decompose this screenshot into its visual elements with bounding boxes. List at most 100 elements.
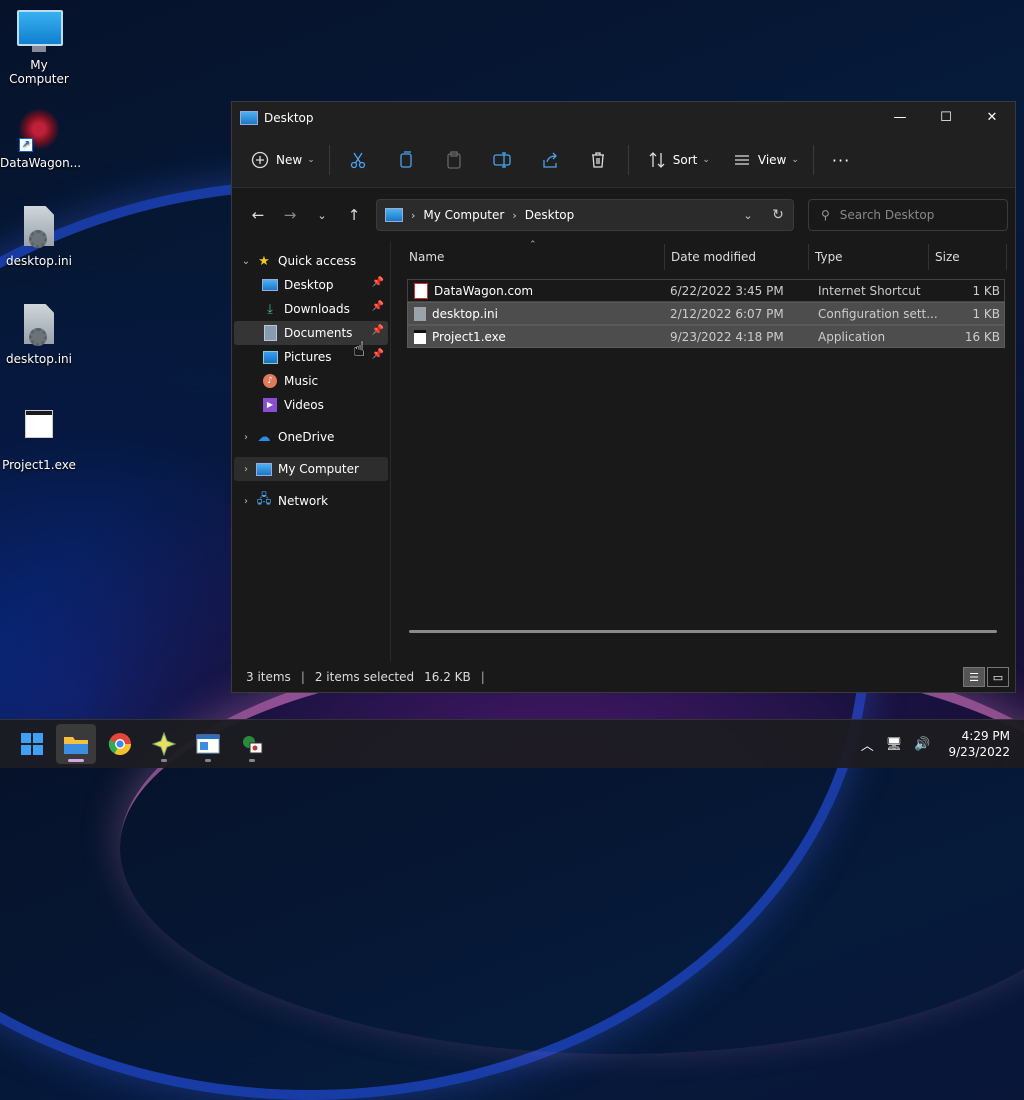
nav-item-desktop[interactable]: Desktop 📌 (234, 273, 388, 297)
back-button[interactable]: ← (242, 200, 274, 230)
nav-item-videos[interactable]: ▶ Videos (234, 393, 388, 417)
taskbar-app-3[interactable] (232, 724, 272, 764)
nav-label: OneDrive (278, 430, 335, 444)
column-type[interactable]: Type (809, 244, 929, 270)
taskbar-app-1[interactable] (144, 724, 184, 764)
start-button[interactable] (12, 724, 52, 764)
file-row-desktop-ini[interactable]: desktop.ini 2/12/2022 6:07 PM Configurat… (407, 302, 1005, 325)
clipboard-icon (447, 151, 461, 169)
desktop-icon-desktop-ini-1[interactable]: desktop.ini (0, 206, 78, 268)
cut-button[interactable] (340, 144, 376, 176)
file-type: Internet Shortcut (818, 283, 921, 298)
pictures-icon (262, 349, 278, 365)
breadcrumb-desktop[interactable]: Desktop (525, 208, 575, 222)
nav-label: Videos (284, 398, 324, 412)
up-button[interactable]: ↑ (338, 200, 370, 230)
taskbar-app-2[interactable] (188, 724, 228, 764)
delete-button[interactable] (580, 144, 616, 176)
column-header: ⌃ Name Date modified Type Size (391, 240, 1015, 273)
address-history-button[interactable]: ⌄ (733, 200, 763, 230)
sort-label: Sort (672, 153, 698, 167)
file-date: 6/22/2022 3:45 PM (670, 283, 784, 298)
copy-button[interactable] (388, 144, 424, 176)
chrome-icon (108, 733, 131, 755)
view-label: View (757, 153, 787, 167)
refresh-button[interactable]: ↻ (763, 200, 793, 230)
app-icon (243, 736, 263, 754)
maximize-button[interactable]: ☐ (923, 102, 969, 133)
nav-label: Music (284, 374, 319, 388)
view-button[interactable]: View ⌄ (724, 144, 807, 176)
pin-icon: 📌 (371, 325, 384, 336)
view-list-icon (732, 150, 752, 170)
tiles-view-button[interactable]: ▭ (987, 667, 1009, 687)
system-tray: ︿ 🖥 🔊 4:29 PM 9/23/2022 (849, 720, 1010, 768)
nav-item-music[interactable]: ♪ Music (234, 369, 388, 393)
desktop-icon-datawagon[interactable]: ↗ DataWagon... (0, 108, 81, 170)
search-placeholder: Search Desktop (839, 208, 935, 222)
horizontal-scrollbar[interactable] (409, 630, 997, 633)
recent-locations-button[interactable]: ⌄ (306, 200, 338, 230)
settings-file-icon (17, 206, 61, 250)
file-date: 9/23/2022 4:18 PM (670, 329, 784, 344)
nav-onedrive[interactable]: › ☁ OneDrive (234, 425, 388, 449)
taskbar-chrome[interactable] (100, 724, 140, 764)
settings-file-icon (17, 304, 61, 348)
minimize-button[interactable]: — (877, 102, 923, 133)
desktop-icon-project1[interactable]: Project1.exe (0, 402, 78, 472)
chevron-right-icon: › (244, 463, 248, 475)
close-button[interactable]: ✕ (969, 102, 1015, 133)
scissors-icon (350, 152, 365, 169)
column-name[interactable]: Name (409, 244, 665, 270)
clock[interactable]: 4:29 PM 9/23/2022 (948, 728, 1010, 760)
new-label: New (276, 153, 303, 167)
rename-button[interactable] (484, 144, 520, 176)
forward-button[interactable]: → (274, 200, 306, 230)
divider: | (480, 669, 485, 684)
chevron-down-icon: ⌄ (241, 255, 251, 267)
chevron-up-icon[interactable]: ︿ (861, 735, 874, 754)
desktop-icon-desktop-ini-2[interactable]: desktop.ini (0, 304, 78, 366)
sort-button[interactable]: Sort ⌄ (639, 144, 718, 176)
new-button[interactable]: New ⌄ (242, 144, 323, 176)
column-date-modified[interactable]: Date modified (665, 244, 809, 270)
nav-label: Downloads (284, 302, 350, 316)
breadcrumb-my-computer[interactable]: My Computer (423, 208, 504, 222)
desktop-icon-my-computer[interactable]: My Computer (0, 10, 78, 86)
nav-item-downloads[interactable]: ⤓ Downloads 📌 (234, 297, 388, 321)
taskbar-file-explorer[interactable] (56, 724, 96, 764)
address-bar[interactable]: › My Computer › Desktop ⌄ ↻ (376, 199, 794, 231)
settings-file-icon (414, 306, 426, 321)
windows-logo-icon (21, 733, 43, 755)
divider (812, 145, 814, 175)
download-icon: ⤓ (267, 301, 273, 317)
column-size[interactable]: Size (929, 244, 1007, 270)
nav-quick-access[interactable]: ⌄ ★ Quick access (234, 249, 388, 273)
file-row-datawagon[interactable]: DataWagon.com 6/22/2022 3:45 PM Internet… (407, 279, 1005, 302)
paste-button[interactable] (436, 144, 472, 176)
nav-network[interactable]: › 🖧 Network (234, 489, 388, 513)
clock-time: 4:29 PM (961, 729, 1010, 743)
chevron-right-icon: › (512, 208, 517, 222)
network-icon[interactable]: 🖥 (886, 737, 903, 752)
application-icon (17, 410, 61, 454)
details-view-button[interactable]: ☰ (963, 667, 985, 687)
share-button[interactable] (532, 144, 568, 176)
computer-icon (256, 461, 272, 477)
desktop-icon-label: My Computer (9, 58, 69, 86)
more-options-button[interactable]: ··· (824, 144, 858, 176)
copy-icon (400, 151, 412, 168)
title-bar[interactable]: Desktop — ☐ ✕ (232, 102, 1015, 133)
divider: | (300, 669, 305, 684)
search-input[interactable]: ⚲ Search Desktop (808, 199, 1008, 231)
folder-icon (64, 737, 88, 754)
nav-my-computer[interactable]: › My Computer (234, 457, 388, 481)
arrow-right-icon: → (283, 206, 297, 224)
refresh-icon: ↻ (772, 207, 784, 223)
file-size: 1 KB (972, 306, 1000, 321)
volume-icon[interactable]: 🔊 (914, 737, 930, 752)
pin-icon: 📌 (371, 349, 384, 360)
file-row-project1[interactable]: Project1.exe 9/23/2022 4:18 PM Applicati… (407, 325, 1005, 348)
window-app-icon (196, 734, 220, 754)
file-type: Application (818, 329, 886, 344)
